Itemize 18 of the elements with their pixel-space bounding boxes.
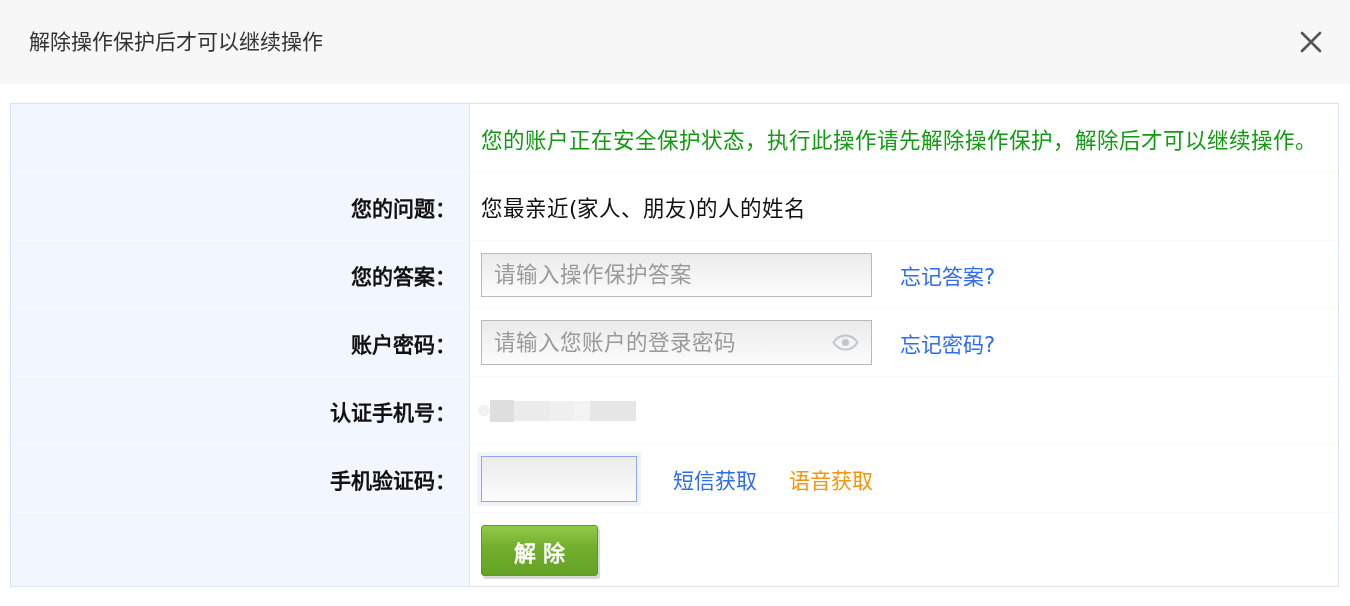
field-label: 您的问题： [351, 195, 456, 222]
get-code-link[interactable]: 短信获取 [673, 463, 757, 494]
close-button[interactable] [1299, 30, 1323, 54]
code-input[interactable] [481, 455, 637, 502]
notice-text: 您的账户正在安全保护状态，执行此操作请先解除操作保护，解除后才可以继续操作。 [481, 126, 1317, 154]
field-label: 您的答案： [351, 263, 456, 290]
close-icon [1300, 31, 1322, 53]
answer-input[interactable]: 请输入操作保护答案 [481, 252, 872, 297]
field-label: 账户密码： [351, 331, 456, 358]
forgot-link[interactable]: 忘记答案? [900, 259, 996, 290]
dialog-title: 解除操作保护后才可以继续操作 [29, 29, 323, 56]
field-label: 认证手机号： [330, 399, 456, 426]
forgot-link[interactable]: 忘记密码? [900, 327, 996, 358]
password-input[interactable]: 请输入您账户的登录密码 [481, 320, 872, 365]
submit-button[interactable]: 解 除 [481, 525, 598, 576]
question-text: 您最亲近(家人、朋友)的人的姓名 [481, 195, 806, 222]
eye-icon[interactable] [832, 334, 859, 351]
field-label: 手机验证码： [330, 467, 456, 494]
